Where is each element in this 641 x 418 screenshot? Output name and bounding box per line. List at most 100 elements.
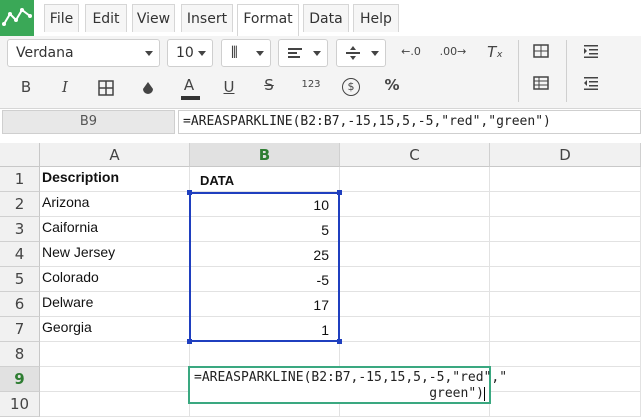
menu-data[interactable]: Data xyxy=(303,4,349,32)
cell-a4[interactable]: New Jersey xyxy=(40,242,190,267)
italic-button[interactable]: I xyxy=(51,74,79,100)
cell-d10[interactable] xyxy=(490,392,641,417)
column-header-a[interactable]: A xyxy=(40,143,190,167)
chevron-down-icon xyxy=(145,51,153,56)
font-family-select[interactable]: Verdana xyxy=(7,39,160,67)
menu-insert[interactable]: Insert xyxy=(181,4,233,32)
column-header-d[interactable]: D xyxy=(490,143,641,167)
cell-editor[interactable]: =AREASPARKLINE(B2:B7,-15,15,5,-5,"red","… xyxy=(188,366,508,404)
cell-a10[interactable] xyxy=(40,392,190,417)
column-header-c[interactable]: C xyxy=(340,143,490,167)
cell-c6[interactable] xyxy=(340,292,490,317)
cell-d9[interactable] xyxy=(490,367,641,392)
vertical-align-dropdown[interactable] xyxy=(336,39,386,67)
cell-c3[interactable] xyxy=(340,217,490,242)
cell-editor-line-1: =AREASPARKLINE(B2:B7,-15,15,5,-5,"red"," xyxy=(194,370,508,385)
row-header-1[interactable]: 1 xyxy=(0,167,40,192)
borders-dropdown[interactable]: ⫴ xyxy=(221,39,271,67)
grid-icon xyxy=(533,44,549,58)
menu-help[interactable]: Help xyxy=(353,4,399,32)
cell-c7[interactable] xyxy=(340,317,490,342)
column-header-b[interactable]: B xyxy=(190,143,340,167)
currency-icon: $ xyxy=(342,78,360,96)
cell-c8[interactable] xyxy=(340,342,490,367)
range-handle[interactable] xyxy=(187,339,192,344)
cell-d5[interactable] xyxy=(490,267,641,292)
cell-editor-line-2: green") xyxy=(429,386,484,401)
cell-a6[interactable]: Delware xyxy=(40,292,190,317)
row-header-6[interactable]: 6 xyxy=(0,292,40,317)
cell-d4[interactable] xyxy=(490,242,641,267)
strikethrough-button[interactable]: S xyxy=(255,72,283,98)
cell-c2[interactable] xyxy=(340,192,490,217)
cell-b2[interactable]: 10 xyxy=(190,192,340,217)
currency-format-button[interactable]: $ xyxy=(337,72,365,98)
cell-a8[interactable] xyxy=(40,342,190,367)
cell-d6[interactable] xyxy=(490,292,641,317)
percent-format-button[interactable]: % xyxy=(378,72,406,98)
decrease-decimal-button[interactable]: ←.0 xyxy=(397,39,425,65)
cell-c5[interactable] xyxy=(340,267,490,292)
cell-d8[interactable] xyxy=(490,342,641,367)
range-handle[interactable] xyxy=(187,190,192,195)
merge-cells-button[interactable] xyxy=(527,40,555,66)
menu-edit[interactable]: Edit xyxy=(85,4,127,32)
cell-b8[interactable] xyxy=(190,342,340,367)
cell-a1[interactable]: Description xyxy=(40,167,190,192)
cell-b4[interactable]: 25 xyxy=(190,242,340,267)
cell-c1[interactable] xyxy=(340,167,490,192)
clear-formatting-icon: Tₓ xyxy=(487,43,503,61)
cell-c4[interactable] xyxy=(340,242,490,267)
cell-a5[interactable]: Colorado xyxy=(40,267,190,292)
table-icon xyxy=(533,76,549,90)
cell-b1[interactable]: DATA xyxy=(190,167,340,192)
cell-a7[interactable]: Georgia xyxy=(40,317,190,342)
cell-a2[interactable]: Arizona xyxy=(40,192,190,217)
cell-d2[interactable] xyxy=(490,192,641,217)
font-size-value: 10 xyxy=(176,45,194,61)
font-size-select[interactable]: 10 xyxy=(167,39,213,67)
row-header-8[interactable]: 8 xyxy=(0,342,40,367)
menu-view[interactable]: View xyxy=(132,4,175,32)
row-header-9[interactable]: 9 xyxy=(0,367,40,392)
text-color-button[interactable]: A xyxy=(175,72,203,100)
cell-d3[interactable] xyxy=(490,217,641,242)
row-header-2[interactable]: 2 xyxy=(0,192,40,217)
outdent-button[interactable] xyxy=(577,72,605,98)
menu-file[interactable]: File xyxy=(44,4,79,32)
cell-b7[interactable]: 1 xyxy=(190,317,340,342)
bold-button[interactable]: B xyxy=(12,74,40,100)
chevron-down-icon xyxy=(313,51,321,56)
font-family-value: Verdana xyxy=(16,45,74,61)
row-header-3[interactable]: 3 xyxy=(0,217,40,242)
fill-color-button[interactable] xyxy=(134,74,162,100)
table-button[interactable] xyxy=(527,72,555,98)
cell-b6[interactable]: 17 xyxy=(190,292,340,317)
number-format-button[interactable]: 123 xyxy=(297,72,325,98)
row-header-5[interactable]: 5 xyxy=(0,267,40,292)
vertical-align-icon xyxy=(346,46,360,60)
menu-format[interactable]: Format xyxy=(237,4,299,36)
cell-d7[interactable] xyxy=(490,317,641,342)
select-all-corner[interactable] xyxy=(0,143,40,167)
cell-b5[interactable]: -5 xyxy=(190,267,340,292)
cell-borders-button[interactable] xyxy=(92,74,120,100)
cell-b3[interactable]: 5 xyxy=(190,217,340,242)
align-left-icon xyxy=(288,48,302,58)
increase-decimal-button[interactable]: .00→ xyxy=(439,39,467,65)
chevron-down-icon xyxy=(256,51,264,56)
formula-bar[interactable]: =AREASPARKLINE(B2:B7,-15,15,5,-5,"red","… xyxy=(178,110,641,134)
indent-button[interactable] xyxy=(577,40,605,66)
row-header-7[interactable]: 7 xyxy=(0,317,40,342)
range-handle[interactable] xyxy=(337,339,342,344)
cell-a9[interactable] xyxy=(40,367,190,392)
cell-d1[interactable] xyxy=(490,167,641,192)
name-box[interactable]: B9 xyxy=(2,110,175,134)
range-handle[interactable] xyxy=(337,190,342,195)
row-header-10[interactable]: 10 xyxy=(0,392,40,417)
horizontal-align-dropdown[interactable] xyxy=(278,39,328,67)
underline-button[interactable]: U xyxy=(215,74,243,100)
cell-a3[interactable]: Caifornia xyxy=(40,217,190,242)
row-header-4[interactable]: 4 xyxy=(0,242,40,267)
clear-formatting-button[interactable]: Tₓ xyxy=(481,39,509,65)
